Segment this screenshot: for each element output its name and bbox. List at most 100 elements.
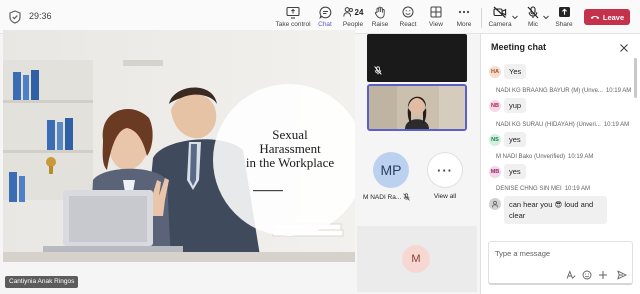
chat-message-author: M NADI Bako (Unverified) (496, 154, 566, 160)
meeting-chat-panel: Meeting chat HA Yes NADI KG BRAANG BAYUR… (480, 34, 640, 294)
chat-message-text-line2: clear (509, 211, 526, 220)
mic-off-icon (374, 66, 382, 75)
take-control-label: Take control (275, 21, 311, 28)
attach-button[interactable] (598, 270, 608, 280)
chat-message-text-part1: can hear you (509, 200, 553, 209)
chat-panel-title: Meeting chat (491, 42, 547, 52)
chat-button[interactable]: Chat (313, 4, 337, 32)
people-icon (342, 7, 353, 17)
chat-compose-box[interactable] (488, 241, 633, 285)
people-count: 24 (354, 7, 364, 17)
slide-title-line3: in the Workplace (245, 155, 335, 170)
chat-message-meta: DENISE CHNG SIN MEI 10:19 AM (496, 186, 590, 192)
camera-button[interactable]: Camera (488, 4, 512, 32)
mic-off-icon (403, 193, 411, 201)
raise-label: Raise (371, 21, 389, 28)
mic-options-chevron-icon[interactable] (542, 13, 550, 21)
emoji-icon (582, 270, 592, 280)
plus-icon (599, 271, 607, 279)
emoji-icon (402, 6, 414, 18)
participant-video-feed (369, 86, 465, 129)
camera-off-icon (493, 6, 507, 18)
send-button[interactable] (617, 270, 627, 280)
chat-message-time: 10:19 AM (603, 122, 630, 128)
view-label: View (429, 21, 443, 28)
close-icon[interactable] (619, 43, 629, 53)
chat-message-text: Yes (504, 64, 527, 79)
chat-message-text: yes (504, 132, 526, 147)
participant-name-row: M NADI Ra... (363, 193, 419, 201)
react-label: React (399, 21, 417, 28)
send-icon (617, 270, 627, 280)
meeting-timer: 29:36 (29, 11, 52, 21)
format-button[interactable] (566, 270, 576, 280)
chat-message-time: 10:19 AM (564, 186, 591, 192)
more-label: More (456, 21, 472, 28)
chat-message-text: yes (504, 164, 526, 179)
chat-message-meta: M NADI Bako (Unverified) 10:19 AM (496, 154, 593, 160)
chat-message-author: DENISE CHNG SIN MEI (496, 186, 562, 192)
chat-message-time: 10:19 AM (605, 88, 632, 94)
more-icon (458, 10, 470, 14)
camera-options-chevron-icon[interactable] (511, 13, 519, 21)
leave-label: Leave (602, 12, 625, 22)
emoji-button[interactable] (582, 270, 592, 280)
chat-message-list[interactable]: HA Yes NADI KG BRAANG BAYUR (M) (Unve...… (481, 58, 639, 244)
avatar: HA (489, 66, 501, 78)
participant-tile-video[interactable] (367, 84, 467, 131)
participant-name: M NADI Ra... (363, 193, 402, 201)
share-icon (558, 7, 570, 17)
share-label: Share (555, 21, 573, 28)
view-all-label: View all (433, 193, 457, 200)
phone-icon (590, 15, 600, 19)
people-label: People (342, 21, 364, 28)
slide-title-line1: Sexual (272, 127, 308, 142)
camera-label: Camera (488, 21, 512, 28)
view-all-button[interactable]: ··· (427, 152, 463, 188)
mic-label: Mic (527, 21, 539, 28)
avatar: MB (489, 166, 501, 178)
raise-hand-button[interactable]: Raise (369, 4, 391, 32)
chat-message-author: NADI KG BRAANG BAYUR (M) (Unve... (496, 88, 603, 94)
chat-message-text: yup (504, 98, 527, 113)
mic-button[interactable]: Mic (523, 4, 543, 32)
meeting-toolbar: 29:36 Take control Chat 24 People Raise … (0, 0, 640, 34)
chat-icon (318, 6, 331, 19)
people-button[interactable]: 24 People (341, 4, 365, 32)
presenter-name-tag: Cantiynia Anak Ringos (5, 276, 79, 288)
avatar: NB (489, 100, 501, 112)
share-button[interactable]: Share (553, 4, 575, 32)
chat-scrollbar-thumb[interactable] (634, 58, 637, 98)
grid-icon (430, 6, 442, 18)
react-button[interactable]: React (397, 4, 419, 32)
avatar: NS (489, 134, 501, 146)
slide-title: Sexual Harassment in the Workplace (225, 128, 355, 170)
toolbar-divider (481, 8, 482, 28)
slide-title-line2: Harassment (259, 141, 321, 156)
hand-icon (374, 6, 385, 18)
take-control-button[interactable]: Take control (275, 4, 311, 32)
shared-screen-slide: Sexual Harassment in the Workplace (3, 30, 355, 262)
format-icon (566, 270, 576, 279)
more-button[interactable]: More (453, 4, 475, 32)
avatar (489, 198, 501, 210)
chat-label: Chat (318, 21, 332, 28)
chat-message-author: NADI KG SURAU (HIDAYAH) (Unveri... (496, 122, 601, 128)
participant-tile-video-off[interactable] (367, 34, 467, 82)
shield-icon[interactable] (8, 10, 22, 24)
chat-message-meta: NADI KG SURAU (HIDAYAH) (Unveri... 10:19 … (496, 122, 629, 128)
chat-scrollbar[interactable] (634, 58, 637, 218)
chat-message-text-part2: loud and (564, 200, 594, 209)
chat-message-text: can hear you 😎 loud and clear (504, 196, 607, 224)
leave-button[interactable]: Leave (584, 9, 630, 25)
mic-off-icon (527, 5, 539, 18)
view-button[interactable]: View (425, 4, 447, 32)
emoji-sunglasses-icon: 😎 (554, 200, 563, 209)
person-icon (492, 200, 498, 208)
chat-message-meta: NADI KG BRAANG BAYUR (M) (Unve... 10:19 A… (496, 88, 631, 94)
share-screen-icon (286, 6, 300, 19)
chat-message-input[interactable] (495, 246, 625, 260)
participant-avatar-m: M (402, 245, 430, 273)
participant-avatar-mp[interactable]: MP (373, 152, 409, 188)
chat-message-time: 10:19 AM (568, 154, 594, 160)
